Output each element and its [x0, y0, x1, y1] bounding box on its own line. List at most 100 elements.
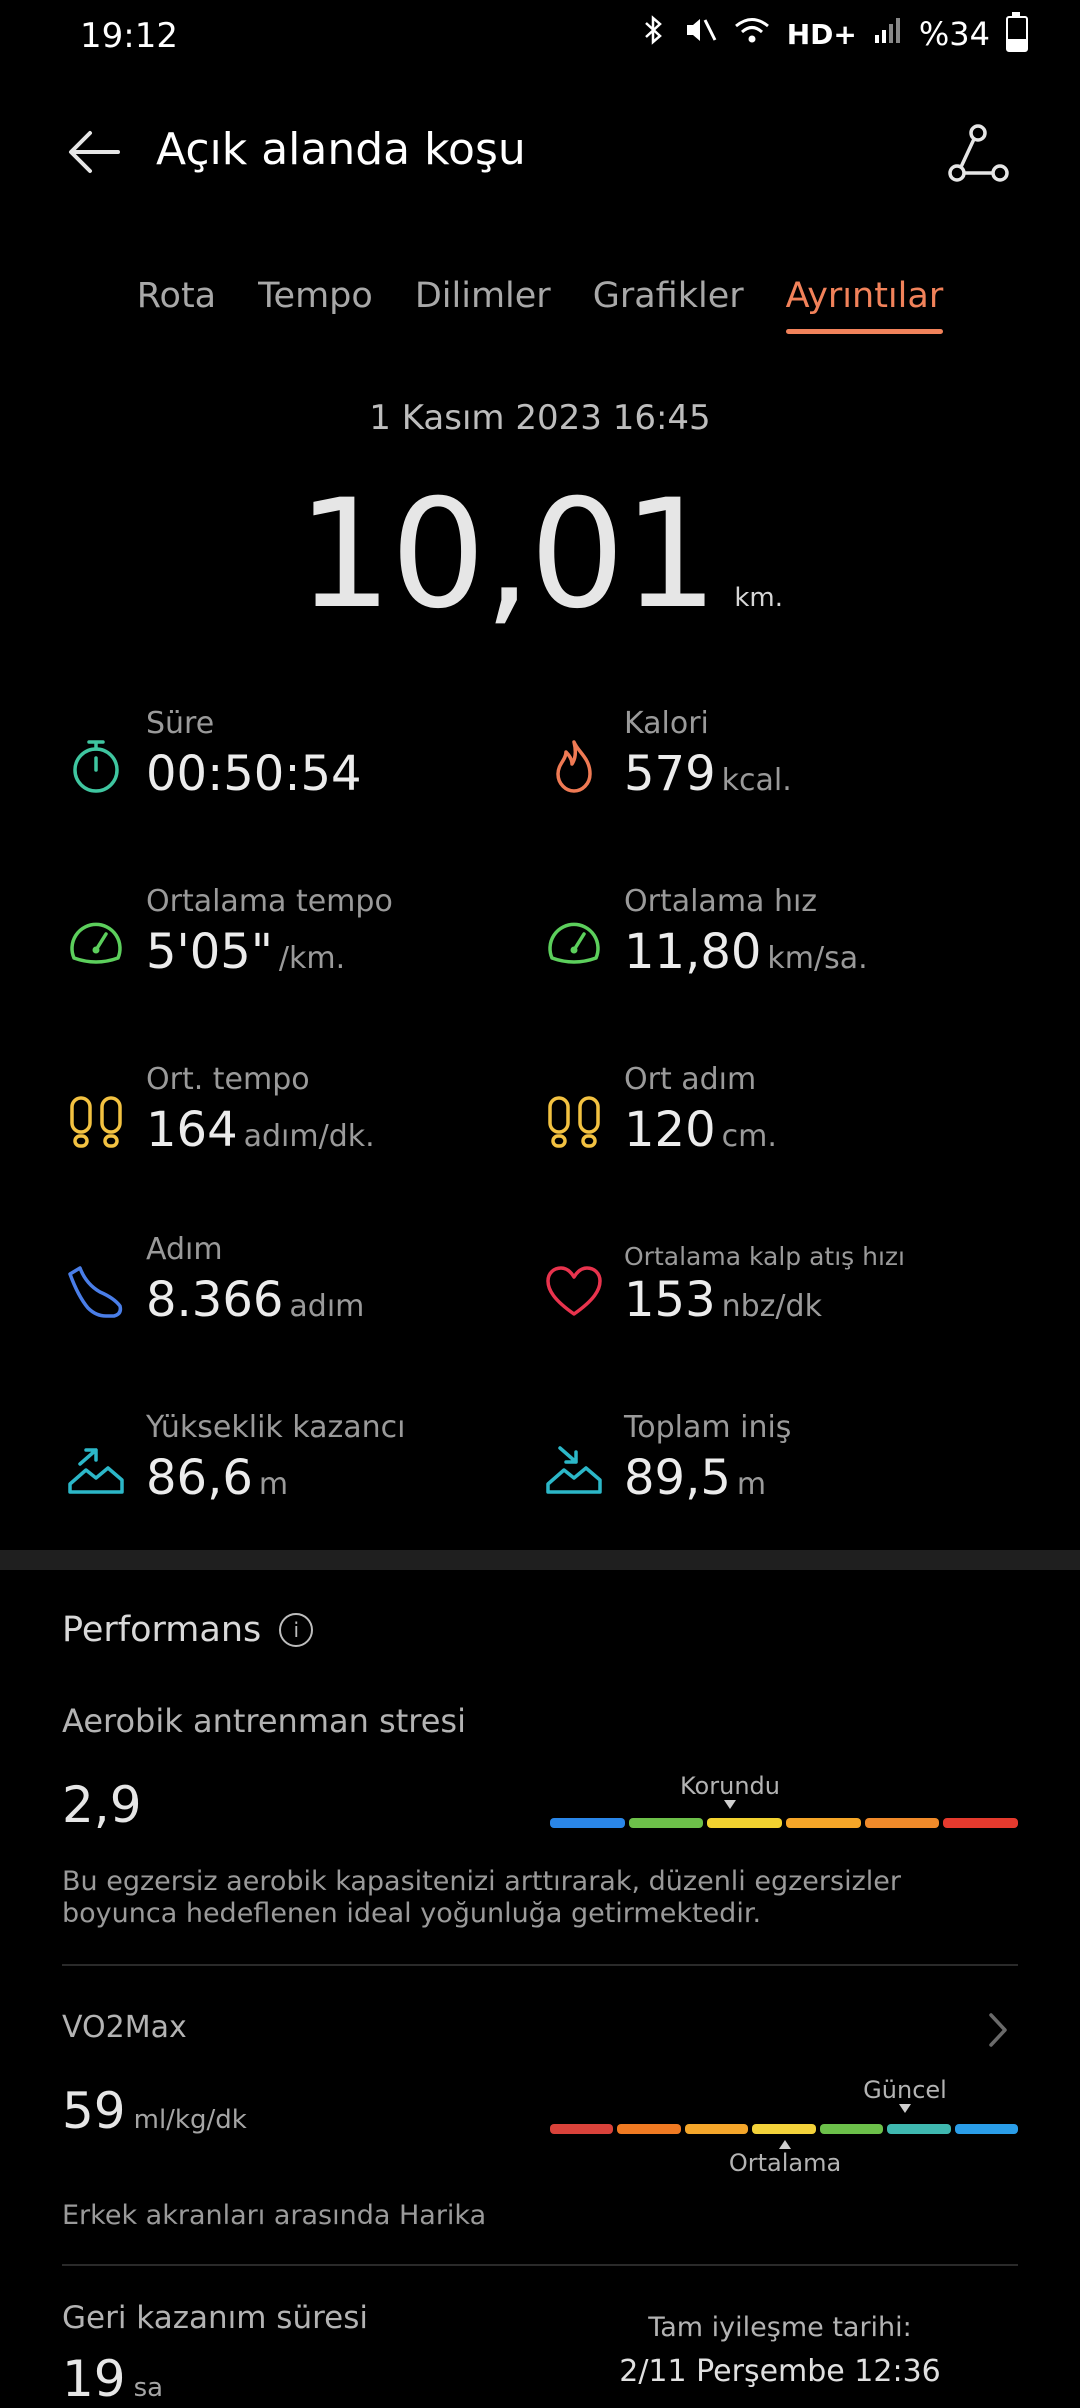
aerobic-scale-segment-3 [707, 1818, 783, 1828]
divider [62, 2264, 1018, 2266]
full-recovery-date: 2/11 Perşembe 12:36 [619, 2354, 941, 2389]
current-marker: Güncel [850, 2076, 960, 2113]
metric-value: 579 [624, 746, 716, 802]
metric-value: 11,80 [624, 924, 762, 980]
full-recovery-label: Tam iyileşme tarihi: [648, 2312, 912, 2343]
metric-elevation-gain: Yükseklik kazancı 86,6 m [66, 1410, 536, 1530]
metric-duration: Süre 00:50:54 [66, 706, 536, 826]
status-time: 19:12 [80, 16, 178, 56]
metric-unit: kcal. [721, 763, 792, 798]
tab-dilimler[interactable]: Dilimler [415, 272, 551, 334]
metric-label: Ortalama tempo [146, 884, 393, 919]
battery-percent: %34 [918, 15, 990, 53]
aerobic-scale-segment-4 [786, 1818, 861, 1828]
share-button[interactable] [942, 118, 1014, 190]
info-icon[interactable]: i [279, 1613, 314, 1647]
metric-label: Ort. tempo [146, 1062, 310, 1097]
aerobic-scale-bar [550, 1818, 1019, 1828]
recovery-label: Geri kazanım süresi [62, 2300, 368, 2336]
tab-rota[interactable]: Rota [137, 272, 216, 334]
marker-arrow-icon [724, 1800, 736, 1809]
metric-value: 8.366 [146, 1272, 284, 1328]
chevron-right-icon [989, 2013, 1007, 2047]
bluetooth-icon [641, 14, 667, 54]
metric-unit: /km. [278, 941, 346, 976]
metric-stride: Ort adım 120 cm. [544, 1062, 1014, 1182]
metric-value: 86,6 [146, 1450, 253, 1506]
vo2max-card[interactable]: VO2Max 59 ml/kg/dk Güncel Ortalama Erkek … [0, 1996, 1080, 2276]
share-icon [948, 124, 1009, 182]
metric-unit: adım [289, 1289, 365, 1324]
status-icons: HD+ %34 [641, 12, 1028, 54]
performance-header: Performans i [62, 1610, 314, 1650]
back-button[interactable] [62, 120, 126, 184]
metric-value: 89,5 [624, 1450, 731, 1506]
page-title: Açık alanda koşu [156, 124, 526, 175]
vo2max-description: Erkek akranları arasında Harika [62, 2200, 487, 2231]
marker-arrow-icon [779, 2140, 791, 2149]
metric-label: Ortalama kalp atış hızı [624, 1242, 905, 1271]
footprints-icon [70, 1096, 122, 1148]
mute-icon [683, 14, 717, 54]
aerobic-scale-segment-2 [628, 1818, 704, 1828]
speedometer-icon [70, 922, 122, 964]
metric-calories: Kalori 579 kcal. [544, 706, 1014, 826]
vo2max-label: VO2Max [62, 2010, 187, 2045]
vo2max-scale-segment-4 [752, 2124, 816, 2134]
aerobic-scale-segment-5 [864, 1818, 940, 1828]
vo2max-scale-segment-2 [617, 2124, 681, 2134]
wifi-icon [733, 14, 771, 54]
elevation-loss-icon [546, 1446, 602, 1494]
metric-value: 00:50:54 [146, 746, 362, 802]
divider [62, 1964, 1018, 1966]
metric-label: Süre [146, 706, 215, 741]
elevation-gain-icon [68, 1448, 124, 1494]
tab-grafikler[interactable]: Grafikler [593, 272, 744, 334]
distance-value: 10,01 [296, 468, 718, 642]
stopwatch-icon [73, 740, 119, 793]
vo2max-scale-segment-5 [819, 2124, 884, 2134]
metric-value: 164 [146, 1102, 238, 1158]
metric-unit: m [258, 1467, 289, 1502]
vo2max-scale-bar [550, 2124, 1018, 2134]
metric-heart-rate: Ortalama kalp atış hızı 153 nbz/dk [544, 1232, 1014, 1352]
vo2max-unit: ml/kg/dk [133, 2105, 247, 2135]
vo2max-scale-segment-7 [954, 2124, 1018, 2134]
average-marker: Ortalama [725, 2140, 845, 2177]
metric-unit: m [736, 1467, 767, 1502]
metric-cadence: Ort. tempo 164 adım/dk. [66, 1062, 536, 1182]
metric-unit: nbz/dk [721, 1289, 822, 1324]
metric-label: Yükseklik kazancı [146, 1410, 406, 1445]
aerobic-scale-segment-1 [550, 1818, 625, 1828]
metric-avg-speed: Ortalama hız 11,80 km/sa. [544, 884, 1014, 1004]
aerobic-marker: Korundu [670, 1772, 790, 1809]
metric-steps: Adım 8.366 adım [66, 1232, 536, 1352]
recovery-value: 19 [62, 2350, 126, 2408]
metric-label: Kalori [624, 706, 709, 741]
section-divider [0, 1550, 1080, 1570]
metric-unit: adım/dk. [243, 1119, 375, 1154]
tab-ayrintilar[interactable]: Ayrıntılar [785, 272, 943, 334]
tab-tempo[interactable]: Tempo [258, 272, 373, 334]
vo2max-value: 59 [62, 2082, 126, 2140]
flame-icon [556, 740, 592, 793]
battery-icon [1006, 12, 1028, 52]
back-arrow-icon [69, 131, 120, 173]
metric-label: Ort adım [624, 1062, 757, 1097]
metric-value: 5'05" [146, 924, 273, 980]
metric-label: Adım [146, 1232, 223, 1267]
distance-unit: km. [734, 583, 784, 613]
vo2max-scale: Güncel Ortalama [550, 2076, 1018, 2196]
metric-label: Ortalama hız [624, 884, 818, 919]
workout-date: 1 Kasım 2023 16:45 [369, 398, 711, 438]
metric-total-descent: Toplam iniş 89,5 m [544, 1410, 1014, 1530]
metric-value: 120 [624, 1102, 716, 1158]
aerobic-scale-segment-6 [943, 1818, 1019, 1828]
metric-label: Toplam iniş [624, 1410, 792, 1445]
vo2max-scale-segment-1 [550, 2124, 614, 2134]
vo2max-scale-segment-6 [887, 2124, 951, 2134]
signal-icon [873, 15, 903, 53]
vo2max-scale-segment-3 [684, 2124, 749, 2134]
shoe-icon [68, 1266, 123, 1318]
marker-arrow-icon [899, 2104, 911, 2113]
